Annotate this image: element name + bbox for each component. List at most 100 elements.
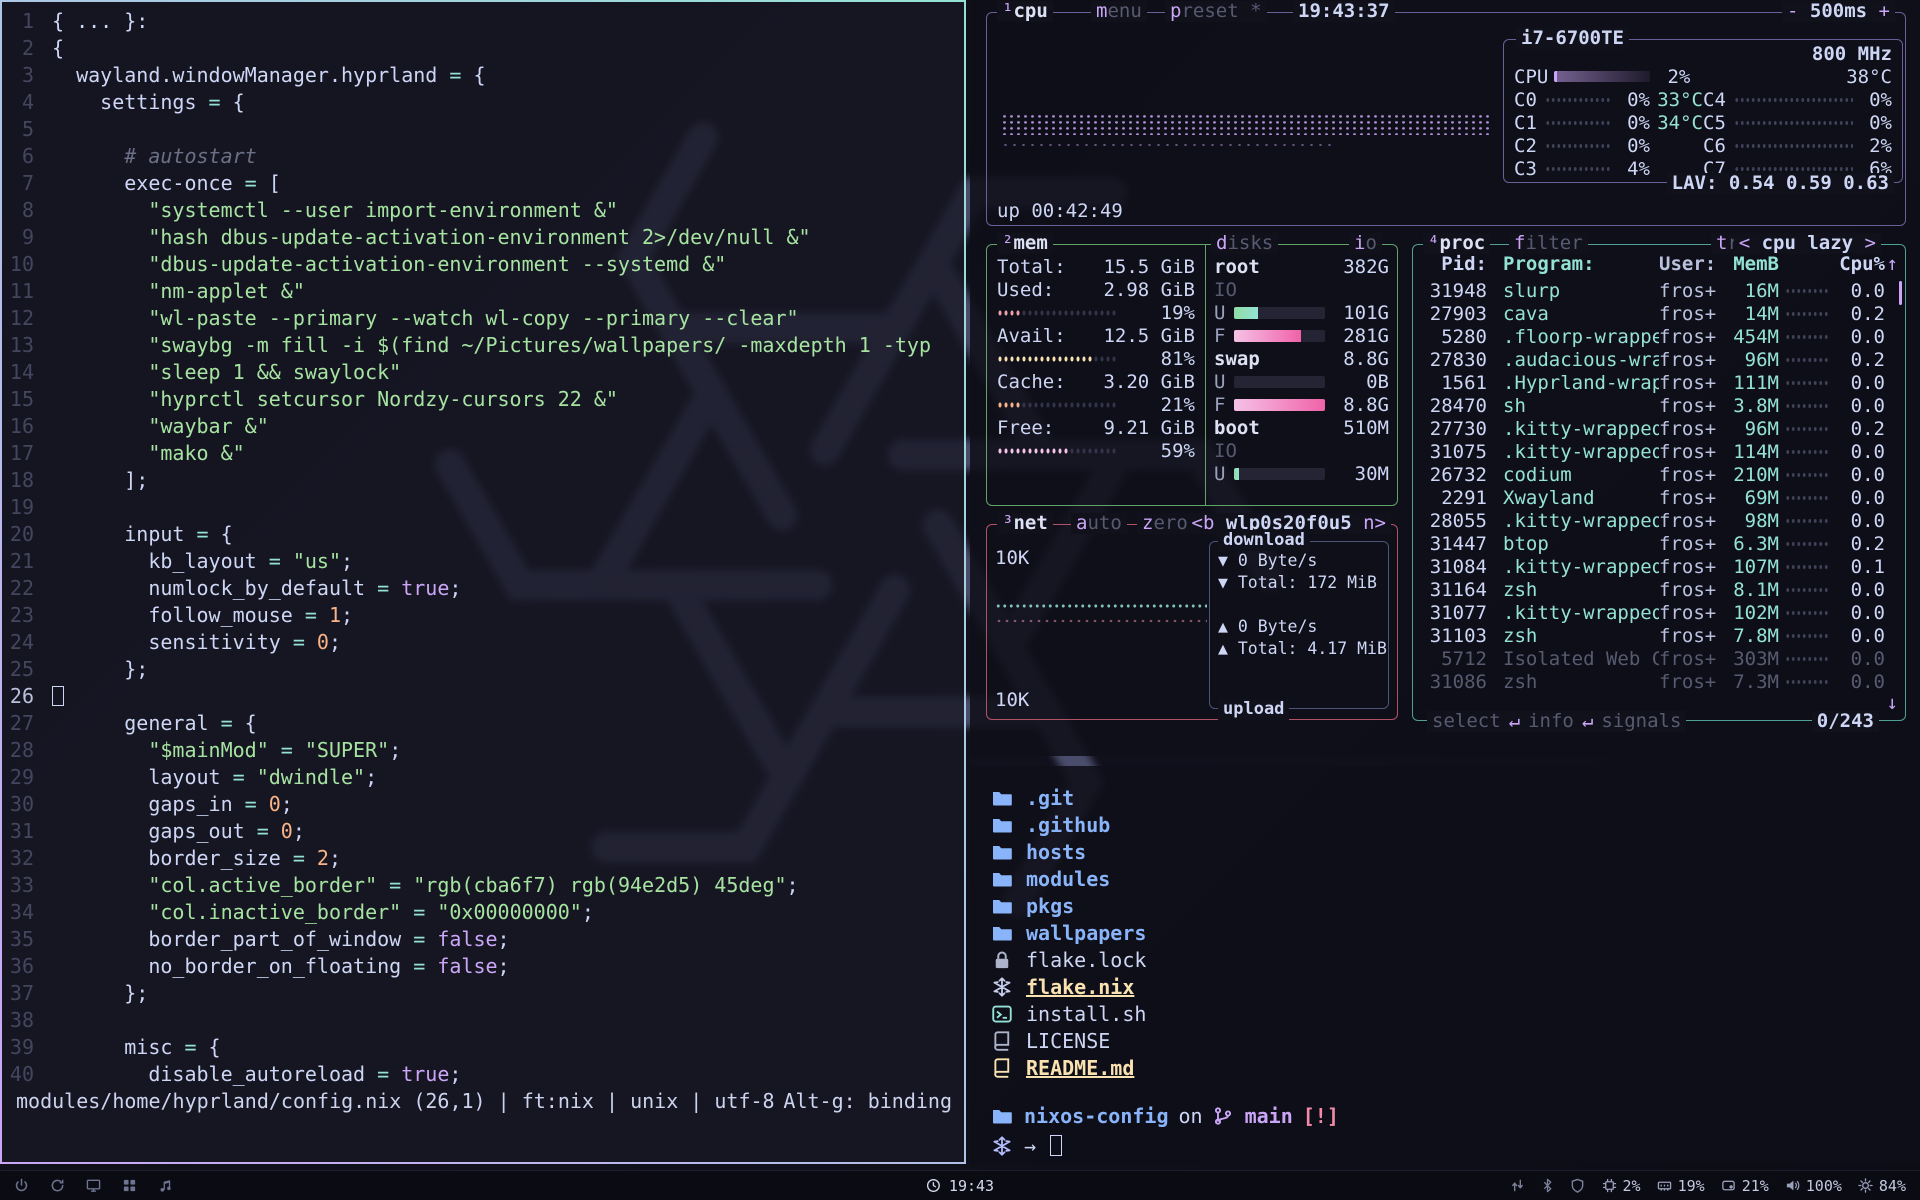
proc-action-signals[interactable]: signals <box>1601 711 1681 732</box>
process-row[interactable]: 31086zshfros+7.3M0.0 <box>1423 670 1895 693</box>
code-line[interactable]: 5 <box>2 116 964 143</box>
proc-header-cell[interactable]: Program: <box>1495 253 1659 275</box>
code-line[interactable]: 38 <box>2 1007 964 1034</box>
code-line[interactable]: 21 kb_layout = "us"; <box>2 548 964 575</box>
code-line[interactable]: 7 exec-once = [ <box>2 170 964 197</box>
net-auto-toggle[interactable]: auto <box>1071 513 1127 534</box>
code-line[interactable]: 35 border_part_of_window = false; <box>2 926 964 953</box>
process-row[interactable]: 31077.kitty-wrappedfros+102M0.0 <box>1423 601 1895 624</box>
process-row[interactable]: 1561.Hyprland-wrapfros+111M0.0 <box>1423 371 1895 394</box>
disk-usage[interactable]: 21% <box>1721 1177 1769 1195</box>
shield-tray-icon[interactable] <box>1570 1178 1586 1194</box>
code-line[interactable]: 17 "mako &" <box>2 440 964 467</box>
code-line[interactable]: 31 gaps_out = 0; <box>2 818 964 845</box>
code-line[interactable]: 9 "hash dbus-update-activation-environme… <box>2 224 964 251</box>
code-line[interactable]: 32 border_size = 2; <box>2 845 964 872</box>
process-row[interactable]: 27830.audacious-wrafros+96M0.2 <box>1423 348 1895 371</box>
proc-header-cell[interactable]: Pid: <box>1423 253 1495 275</box>
session-icon[interactable] <box>50 1178 66 1194</box>
code-line[interactable]: 10 "dbus-update-activation-environment -… <box>2 251 964 278</box>
code-line[interactable]: 8 "systemctl --user import-environment &… <box>2 197 964 224</box>
process-row[interactable]: 2291Xwaylandfros+69M0.0 <box>1423 486 1895 509</box>
code-line[interactable]: 13 "swaybg -m fill -i $(find ~/Pictures/… <box>2 332 964 359</box>
process-row[interactable]: 31084.kitty-wrappedfros+107M0.1 <box>1423 555 1895 578</box>
code-line[interactable]: 34 "col.inactive_border" = "0x00000000"; <box>2 899 964 926</box>
music-icon[interactable] <box>158 1178 174 1194</box>
code-line[interactable]: 33 "col.active_border" = "rgb(cba6f7) rg… <box>2 872 964 899</box>
brightness-level[interactable]: 84% <box>1858 1177 1906 1195</box>
proc-action-info[interactable]: info <box>1528 711 1574 732</box>
filter-button[interactable]: filter <box>1509 233 1588 254</box>
process-row[interactable]: 5712Isolated Web Cfros+303M0.0 <box>1423 647 1895 670</box>
code-line[interactable]: 40 disable_autoreload = true; <box>2 1061 964 1088</box>
process-scrollbar[interactable] <box>1899 281 1902 305</box>
proc-header-cell[interactable]: MemB <box>1723 253 1779 275</box>
code-line[interactable]: 22 numlock_by_default = true; <box>2 575 964 602</box>
proc-header-cell[interactable] <box>1785 260 1829 268</box>
update-interval-control[interactable]: - 500ms + <box>1782 1 1895 22</box>
line-text: # autostart <box>52 143 257 170</box>
code-line[interactable]: 29 layout = "dwindle"; <box>2 764 964 791</box>
code-line[interactable]: 3 wayland.windowManager.hyprland = { <box>2 62 964 89</box>
code-line[interactable]: 28 "$mainMod" = "SUPER"; <box>2 737 964 764</box>
process-row[interactable]: 31447btopfros+6.3M0.2 <box>1423 532 1895 555</box>
code-line[interactable]: 14 "sleep 1 && swaylock" <box>2 359 964 386</box>
code-line[interactable]: 39 misc = { <box>2 1034 964 1061</box>
code-line[interactable]: 12 "wl-paste --primary --watch wl-copy -… <box>2 305 964 332</box>
cpu-usage[interactable]: 2% <box>1602 1177 1641 1195</box>
sort-next-button[interactable]: > <box>1865 232 1876 254</box>
process-row[interactable]: 5280.floorp-wrappefros+454M0.0 <box>1423 325 1895 348</box>
proc-header-cell[interactable]: Cpu% <box>1835 253 1885 275</box>
network-tray-icon[interactable] <box>1510 1178 1526 1194</box>
code-line[interactable]: 25 }; <box>2 656 964 683</box>
process-row[interactable]: 26732codiumfros+210M0.0 <box>1423 463 1895 486</box>
code-line[interactable]: 6 # autostart <box>2 143 964 170</box>
code-line[interactable]: 23 follow_mouse = 1; <box>2 602 964 629</box>
menu-button[interactable]: menu <box>1091 1 1147 22</box>
process-row[interactable]: 27730.kitty-wrappedfros+96M0.2 <box>1423 417 1895 440</box>
power-icon[interactable] <box>14 1178 30 1194</box>
code-line[interactable]: 15 "hyprctl setcursor Nordzy-cursors 22 … <box>2 386 964 413</box>
process-row[interactable]: 28055.kitty-wrappedfros+98M0.0 <box>1423 509 1895 532</box>
code-line[interactable]: 18 ]; <box>2 467 964 494</box>
code-token: settings <box>52 90 209 114</box>
proc-action-select[interactable]: select <box>1432 711 1501 732</box>
code-line[interactable]: 19 <box>2 494 964 521</box>
process-row[interactable]: 31075.kitty-wrappedfros+114M0.0 <box>1423 440 1895 463</box>
cpu-total-label: CPU <box>1514 66 1548 88</box>
display-icon[interactable] <box>86 1178 102 1194</box>
preset-button[interactable]: preset * <box>1165 1 1267 22</box>
interval-decrease-button[interactable]: - <box>1787 0 1798 22</box>
bluetooth-tray-icon[interactable] <box>1540 1178 1556 1194</box>
code-area[interactable]: 1{ ... }:2{3 wayland.windowManager.hyprl… <box>2 2 964 1088</box>
interval-increase-button[interactable]: + <box>1879 0 1890 22</box>
line-number: 6 <box>2 143 52 170</box>
code-line[interactable]: 1{ ... }: <box>2 8 964 35</box>
code-line[interactable]: 11 "nm-applet &" <box>2 278 964 305</box>
code-line[interactable]: 4 settings = { <box>2 89 964 116</box>
code-line[interactable]: 27 general = { <box>2 710 964 737</box>
process-row[interactable]: 28470shfros+3.8M0.0 <box>1423 394 1895 417</box>
apps-icon[interactable] <box>122 1178 138 1194</box>
scroll-down-indicator[interactable]: ↓ <box>1887 692 1898 714</box>
code-line[interactable]: 24 sensitivity = 0; <box>2 629 964 656</box>
scroll-up-indicator[interactable]: ↑ <box>1887 253 1898 275</box>
sort-selector[interactable]: < cpu lazy > <box>1734 233 1881 254</box>
code-line[interactable]: 2{ <box>2 35 964 62</box>
process-row[interactable]: 31164zshfros+8.1M0.0 <box>1423 578 1895 601</box>
code-line[interactable]: 30 gaps_in = 0; <box>2 791 964 818</box>
process-row[interactable]: 27903cavafros+14M0.2 <box>1423 302 1895 325</box>
shell-input-line[interactable]: → <box>992 1132 1062 1159</box>
code-line[interactable]: 37 }; <box>2 980 964 1007</box>
code-line[interactable]: 16 "waybar &" <box>2 413 964 440</box>
code-line[interactable]: 26 <box>2 683 964 710</box>
code-line[interactable]: 36 no_border_on_floating = false; <box>2 953 964 980</box>
volume-level[interactable]: 100% <box>1785 1177 1842 1195</box>
process-row[interactable]: 31948slurpfros+16M0.0 <box>1423 279 1895 302</box>
process-row[interactable]: 31103zshfros+7.8M0.0 <box>1423 624 1895 647</box>
code-line[interactable]: 20 input = { <box>2 521 964 548</box>
memory-usage[interactable]: 19% <box>1657 1177 1705 1195</box>
proc-header-cell[interactable]: User: <box>1659 253 1723 275</box>
net-zero-toggle[interactable]: zero <box>1137 513 1193 534</box>
sort-prev-button[interactable]: < <box>1739 232 1750 254</box>
